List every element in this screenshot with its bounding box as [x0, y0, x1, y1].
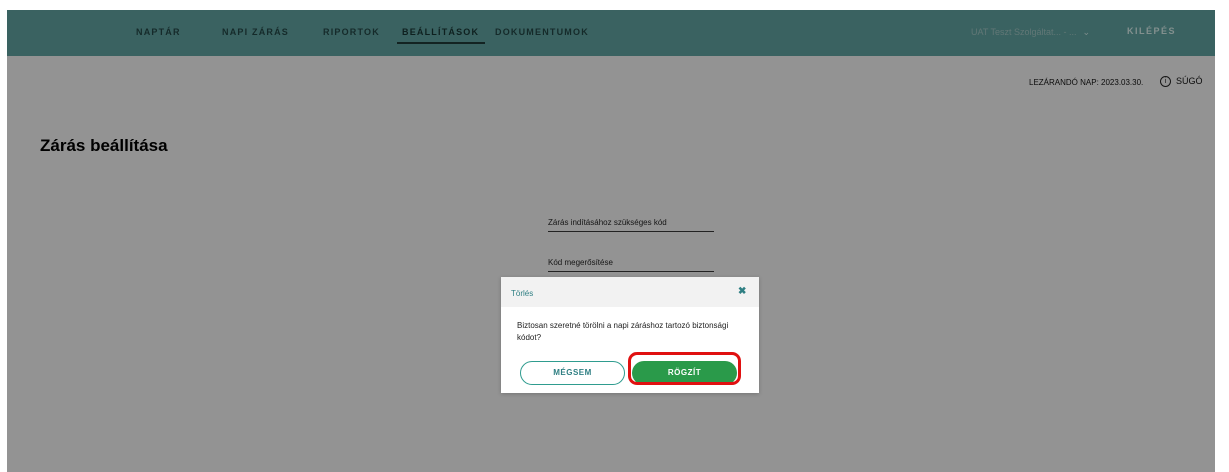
modal-overlay: [7, 10, 1215, 472]
dialog-message: Biztosan szeretné törölni a napi zárásho…: [517, 321, 729, 342]
app-window: NAPTÁR NAPI ZÁRÁS RIPORTOK BEÁLLÍTÁSOK D…: [7, 10, 1215, 472]
dialog-title: Törlés: [511, 289, 534, 298]
save-button-highlight: [628, 352, 741, 385]
cancel-button[interactable]: MÉGSEM: [520, 361, 625, 385]
dialog-header: Törlés ✖: [501, 277, 759, 307]
close-icon[interactable]: ✖: [738, 286, 746, 297]
